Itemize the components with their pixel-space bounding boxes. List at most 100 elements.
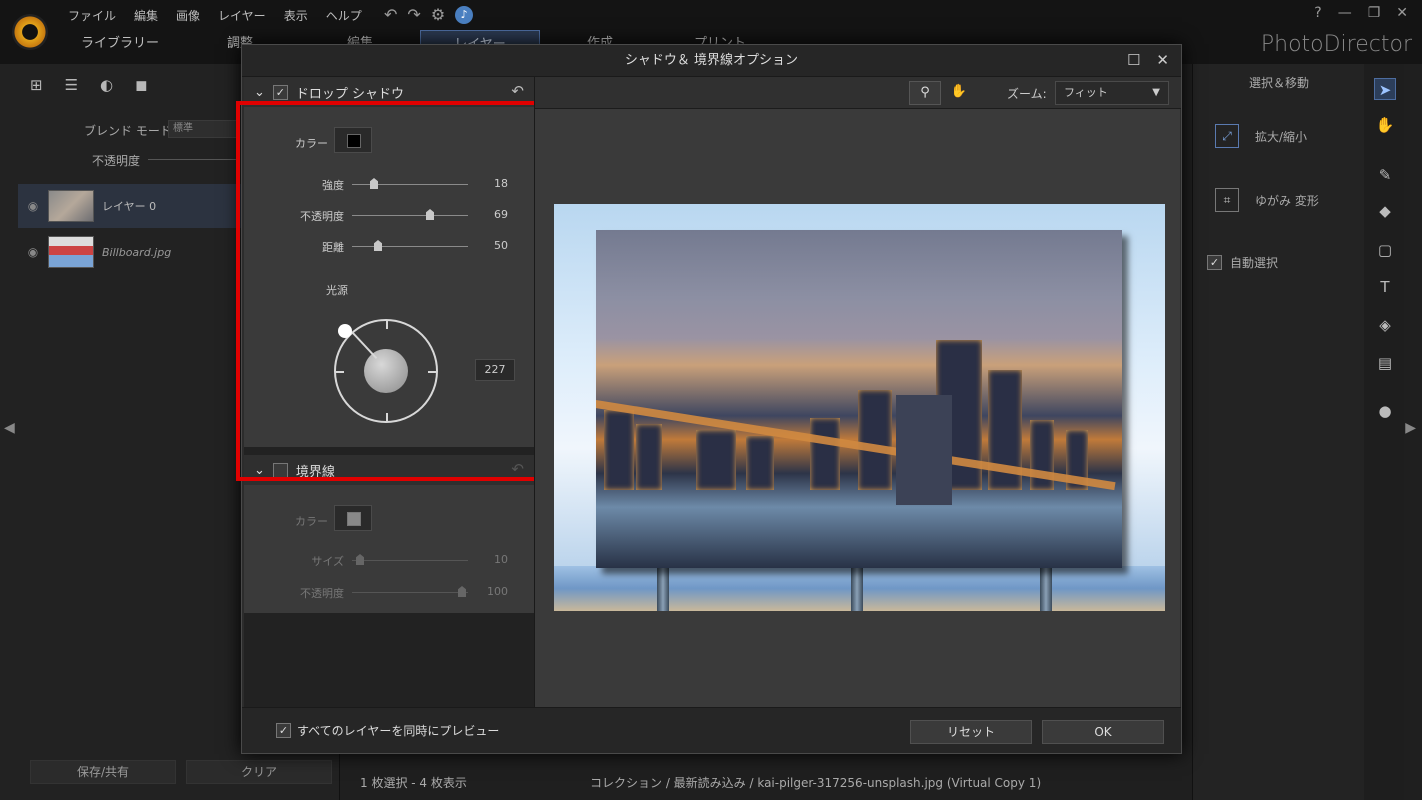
menu-layer[interactable]: レイヤー — [218, 7, 266, 24]
save-share-button[interactable]: 保存/共有 — [30, 760, 176, 784]
menu-help[interactable]: ヘルプ — [326, 7, 362, 24]
eye-icon[interactable]: ◉ — [18, 199, 48, 213]
preview-image — [554, 204, 1165, 611]
mask-icon[interactable]: ◼ — [135, 76, 147, 94]
app-window: ファイル 編集 画像 レイヤー 表示 ヘルプ ↶ ↷ ⚙ ♪ ? — ❐ ✕ P… — [0, 0, 1422, 800]
border-color-label: カラー — [295, 515, 328, 528]
preview-all-checkbox[interactable]: ✓ すべてのレイヤーを同時にプレビュー — [276, 722, 499, 739]
clear-button[interactable]: クリア — [186, 760, 332, 784]
border-opacity-slider-handle — [458, 586, 466, 597]
redo-icon[interactable]: ↷ — [407, 5, 420, 24]
brush-icon[interactable]: ✎ — [1374, 164, 1396, 186]
distance-slider-handle[interactable] — [374, 240, 382, 251]
shadow-color-label: カラー — [295, 137, 328, 150]
strength-slider-track[interactable] — [352, 184, 468, 185]
reset-button[interactable]: リセット — [910, 720, 1032, 744]
chevron-down-icon[interactable]: ⌄ — [254, 463, 265, 478]
reset-undo-icon[interactable]: ↶ — [511, 82, 524, 100]
notification-bell-icon[interactable]: ♪ — [455, 5, 474, 24]
paint-bucket-icon[interactable]: ◈ — [1374, 314, 1396, 336]
collapse-right-chevron-icon[interactable]: ▶ — [1405, 420, 1416, 436]
undo-icon[interactable]: ↶ — [384, 5, 397, 24]
shadow-opacity-slider-track[interactable] — [352, 215, 468, 216]
eye-icon[interactable]: ◉ — [18, 245, 48, 259]
shadow-color-swatch[interactable] — [334, 127, 372, 153]
gradient-icon[interactable]: ▤ — [1374, 352, 1396, 374]
zoom-tool-option[interactable]: ⤢ 拡大/縮小 — [1215, 124, 1307, 148]
warp-tool-label: ゆがみ 変形 — [1255, 193, 1319, 208]
warp-tool-option[interactable]: ⌗ ゆがみ 変形 — [1215, 188, 1319, 212]
hand-pan-icon[interactable]: ✋ — [943, 81, 975, 105]
light-source-label: 光源 — [326, 284, 348, 297]
layer-row[interactable]: ◉ レイヤー 0 — [18, 184, 243, 228]
maximize-icon[interactable]: ☐ — [1127, 51, 1140, 69]
dial-handle[interactable] — [338, 324, 352, 338]
dialog-controls: ☐ ✕ — [1127, 51, 1169, 69]
resize-icon: ⤢ — [1215, 124, 1239, 148]
drop-shadow-title: ドロップ シャドウ — [295, 86, 405, 102]
file-path: コレクション / 最新読み込み / kai-pilger-317256-unsp… — [590, 776, 1042, 790]
border-size-label: サイズ — [311, 555, 344, 568]
select-arrow-icon[interactable]: ➤ — [1374, 78, 1396, 100]
distance-label: 距離 — [322, 241, 344, 254]
settings-gear-icon[interactable]: ⚙ — [431, 5, 445, 24]
border-header[interactable]: ⌄ 境界線 ↶ — [244, 455, 534, 485]
preview-all-label: すべてのレイヤーを同時にプレビュー — [297, 724, 500, 738]
drop-shadow-header[interactable]: ⌄ ✓ ドロップ シャドウ ↶ — [244, 77, 534, 107]
layer-panel-buttons: 保存/共有 クリア — [30, 760, 332, 784]
zoom-select[interactable]: フィット ▼ — [1055, 81, 1169, 105]
eraser-icon[interactable]: ◆ — [1374, 200, 1396, 222]
text-tool-icon[interactable]: T — [1374, 276, 1396, 298]
layer-opacity-slider[interactable] — [148, 159, 238, 160]
dialog-close-icon[interactable]: ✕ — [1156, 51, 1169, 69]
close-icon[interactable]: ✕ — [1396, 5, 1408, 21]
preview-toolbar: ⚲ ✋ ズーム: フィット ▼ — [535, 77, 1181, 109]
billboard-post — [1040, 564, 1052, 611]
rectangle-icon[interactable]: ▢ — [1374, 239, 1396, 261]
layer-name: Billboard.jpg — [102, 245, 172, 259]
layer-thumbnail — [48, 236, 94, 268]
distance-slider-track[interactable] — [352, 246, 468, 247]
menu-file[interactable]: ファイル — [68, 7, 116, 24]
billboard-post — [851, 564, 863, 611]
drop-shadow-body: カラー 強度 18 不透明度 69 距離 50 光源 227 — [244, 107, 534, 447]
stamp-icon[interactable]: ✋ — [1374, 114, 1396, 136]
layer-row[interactable]: ◉ Billboard.jpg — [18, 230, 243, 274]
layer-menu-icon[interactable]: ☰ — [65, 76, 78, 94]
light-angle-input[interactable]: 227 — [475, 359, 515, 381]
quick-actions: ↶ ↷ ⚙ ♪ — [384, 5, 474, 24]
brand-name: PhotoDirector — [1260, 32, 1412, 57]
minimize-icon[interactable]: — — [1338, 5, 1352, 21]
collapse-left-chevron-icon[interactable]: ◀ — [4, 420, 15, 436]
drop-icon[interactable]: ● — [1374, 400, 1396, 422]
ok-button[interactable]: OK — [1042, 720, 1164, 744]
border-opacity-slider-track — [352, 592, 468, 593]
menu-image[interactable]: 画像 — [176, 7, 200, 24]
shadow-opacity-slider-handle[interactable] — [426, 209, 434, 220]
light-angle-dial[interactable] — [334, 319, 438, 423]
help-button[interactable]: ? — [1314, 5, 1321, 21]
adjust-layer-icon[interactable]: ◐ — [100, 76, 113, 94]
add-layer-icon[interactable]: ⊞ — [30, 76, 43, 94]
chevron-down-icon[interactable]: ⌄ — [254, 85, 265, 100]
preview-area: ⚲ ✋ ズーム: フィット ▼ — [534, 77, 1181, 707]
bridge-tower — [896, 395, 952, 505]
drop-shadow-checkbox[interactable]: ✓ — [272, 84, 288, 100]
border-opacity-value: 100 — [487, 585, 508, 598]
dial-tick — [386, 321, 388, 329]
menu-edit[interactable]: 編集 — [134, 7, 158, 24]
color-chip — [347, 134, 361, 148]
restore-icon[interactable]: ❐ — [1368, 5, 1381, 21]
tab-library[interactable]: ライブラリー — [60, 30, 180, 58]
strength-slider-handle[interactable] — [370, 178, 378, 189]
dial-tick — [428, 371, 436, 373]
border-size-slider-track — [352, 560, 468, 561]
border-checkbox[interactable] — [272, 462, 288, 478]
dial-pointer — [351, 331, 378, 360]
checkbox-check-icon: ✓ — [1207, 255, 1222, 270]
menu-view[interactable]: 表示 — [284, 7, 308, 24]
zoom-magnifier-icon[interactable]: ⚲ — [909, 81, 941, 105]
auto-select-checkbox[interactable]: ✓ 自動選択 — [1207, 254, 1278, 271]
strength-label: 強度 — [322, 179, 344, 192]
options-column: ⌄ ✓ ドロップ シャドウ ↶ カラー 強度 18 不透明度 69 距離 50 — [236, 77, 541, 707]
